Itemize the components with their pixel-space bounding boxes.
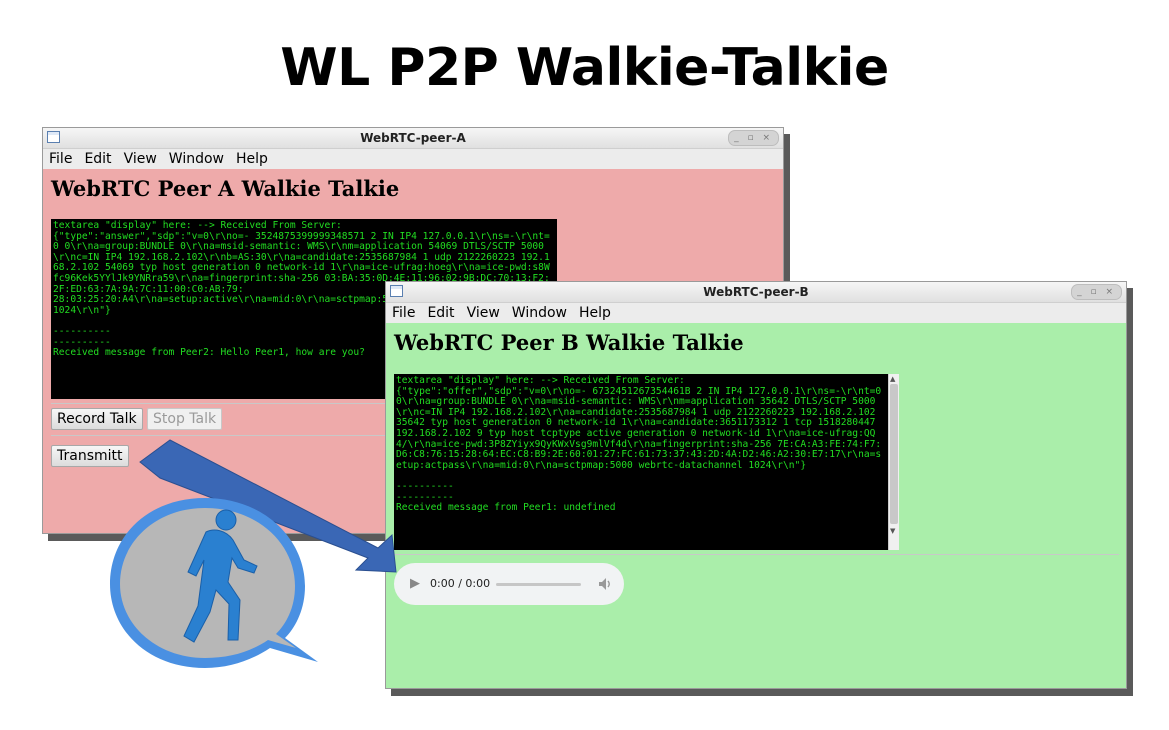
walkie-talkie-illustration [110, 439, 397, 668]
